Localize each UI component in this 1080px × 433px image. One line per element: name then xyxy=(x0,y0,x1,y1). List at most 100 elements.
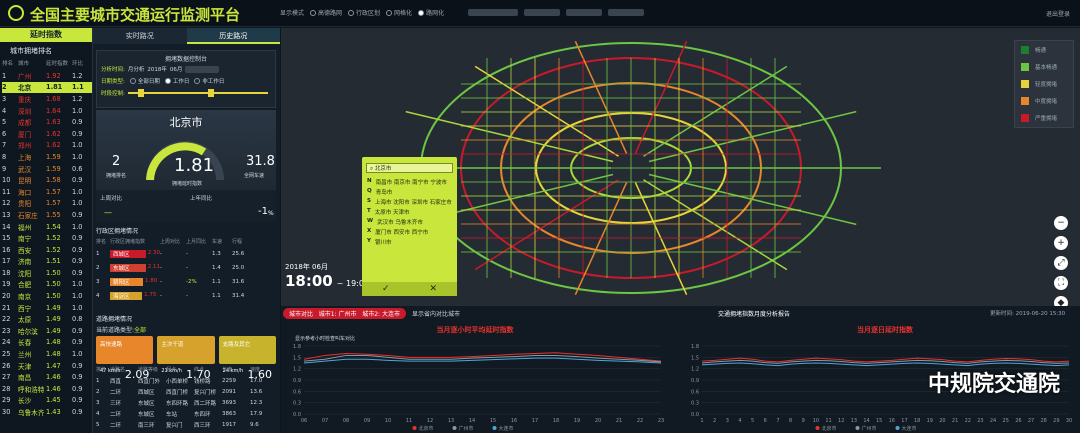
city-group[interactable]: N 南昌市 南京市 南宁市 宁波市 xyxy=(362,177,457,187)
city-group[interactable]: T 太原市 天津市 xyxy=(362,207,457,217)
ranking-row[interactable]: 17 济南 1.51 0.9 xyxy=(2,256,92,268)
option-pill[interactable] xyxy=(524,9,561,16)
ranking-row[interactable]: 19 合肥 1.50 1.0 xyxy=(2,279,92,291)
option-pill[interactable] xyxy=(608,9,645,16)
kpi-highway[interactable]: 高快速路 47 km/h 2.09 xyxy=(96,336,154,381)
kpi-arterial[interactable]: 主次干道 21 km/h 1.70 xyxy=(157,336,215,381)
ranking-row[interactable]: 1 广州 1.92 1.2 xyxy=(2,70,92,82)
ranking-row[interactable]: 24 长春 1.48 0.9 xyxy=(2,337,92,349)
ranking-row[interactable]: 7 郑州 1.62 1.0 xyxy=(2,140,92,152)
road-row[interactable]: 2 二环 西城区 西直门桥 复兴门桥 2091 13.6 xyxy=(96,386,276,397)
x-tick-label: 20 xyxy=(595,418,601,424)
speed-label: 全网车速 xyxy=(244,173,265,179)
district-row[interactable]: 4 海淀区 1.75- -1.1 31.4 xyxy=(96,289,276,303)
option-pill[interactable] xyxy=(566,9,603,16)
ranking-row[interactable]: 10 昆明 1.58 0.9 xyxy=(2,174,92,186)
district-row[interactable]: 2 东城区 2.11- -1.4 25.0 xyxy=(96,261,276,275)
map-legend: 畅通 基本畅通 轻度拥堵 中度拥堵 严重拥堵 xyxy=(1014,40,1074,128)
ranking-row[interactable]: 20 南京 1.50 1.0 xyxy=(2,290,92,302)
legend-label: 大连市 xyxy=(902,425,917,432)
option-pill[interactable] xyxy=(468,9,519,16)
map-control-icon[interactable]: ⤢ xyxy=(1054,256,1068,270)
road-row[interactable]: 1 西直 西直门外 小西单桥 钱桥路 2259 17.0 xyxy=(96,375,276,386)
ranking-row[interactable]: 28 呼和浩特 1.46 0.9 xyxy=(2,383,92,395)
confirm-icon[interactable]: ✓ xyxy=(362,282,410,296)
y-tick-label: 1.8 xyxy=(691,344,699,350)
ranking-row[interactable]: 21 西宁 1.49 1.0 xyxy=(2,302,92,314)
rank-number: 24 xyxy=(2,338,11,347)
rank-index: 1.68 xyxy=(46,94,61,103)
ranking-row[interactable]: 30 乌鲁木齐 1.43 0.9 xyxy=(2,406,92,418)
logout-link[interactable]: 退出登录 xyxy=(1046,9,1070,18)
date-all-radio[interactable]: 全部日期 xyxy=(129,77,160,85)
road-row[interactable]: 5 二环 南三环 复兴门 西三环 1917 9.6 xyxy=(96,419,276,430)
city-group[interactable]: X 厦门市 西安市 西宁市 xyxy=(362,227,457,237)
rank-index: 1.63 xyxy=(46,118,61,127)
tab-realtime[interactable]: 实时路况 xyxy=(93,28,187,44)
x-tick-label: 13 xyxy=(448,418,454,424)
ranking-row[interactable]: 8 上海 1.59 1.0 xyxy=(2,151,92,163)
map-control-icon[interactable]: + xyxy=(1054,236,1068,250)
rank-index: 1.52 xyxy=(46,245,61,254)
rank-number: 20 xyxy=(2,292,11,301)
rank-number: 14 xyxy=(2,222,11,231)
rank-number: 7 xyxy=(2,141,7,150)
ranking-row[interactable]: 26 天津 1.47 0.9 xyxy=(2,360,92,372)
ranking-row[interactable]: 12 贵阳 1.57 1.0 xyxy=(2,198,92,210)
mode-radio-district[interactable]: 行政区划 xyxy=(348,8,380,17)
ranking-row[interactable]: 3 重庆 1.68 1.2 xyxy=(2,93,92,105)
compare-toggle[interactable]: 城市对比 城市1: 广州市 城市2: 大连市 xyxy=(283,308,406,319)
road-row[interactable]: 4 二环 东城区 车站 东四环 3863 17.9 xyxy=(96,408,276,419)
y-tick-label: 1.5 xyxy=(293,355,301,361)
road-row[interactable]: 3 三环 东城区 东四环路 西二环路 3693 12.3 xyxy=(96,397,276,408)
mode-radio-grid[interactable]: 网格化 xyxy=(386,8,412,17)
city-group[interactable]: Q 青岛市 xyxy=(362,187,457,197)
ranking-row[interactable]: 5 成都 1.63 0.9 xyxy=(2,116,92,128)
month-select[interactable]: 06月 xyxy=(170,65,183,73)
time-value[interactable]: 月分析 xyxy=(128,65,145,73)
ranking-row[interactable]: 6 厦门 1.62 0.9 xyxy=(2,128,92,140)
ranking-row[interactable]: 18 沈阳 1.50 0.9 xyxy=(2,267,92,279)
rank-city: 合肥 xyxy=(18,281,32,290)
query-button[interactable] xyxy=(185,65,220,73)
date-offday-radio[interactable]: 非工作日 xyxy=(194,77,224,85)
x-tick-label: 26 xyxy=(1015,418,1021,424)
mode-radio-amap[interactable]: 高德路网 xyxy=(310,8,342,17)
ranking-row[interactable]: 9 武汉 1.59 0.6 xyxy=(2,163,92,175)
legend-label: 北京市 xyxy=(419,425,434,432)
show-region-toggle[interactable]: 显示省内对比城市 xyxy=(412,309,460,318)
district-row[interactable]: 1 西城区 2.30- -1.3 25.6 xyxy=(96,247,276,261)
ranking-row[interactable]: 16 西安 1.52 0.9 xyxy=(2,244,92,256)
ranking-row[interactable]: 4 深圳 1.64 1.0 xyxy=(2,105,92,117)
year-select[interactable]: 2018年 xyxy=(147,65,167,73)
ranking-row[interactable]: 13 石家庄 1.55 0.9 xyxy=(2,209,92,221)
city-search-input[interactable]: ⌕ 北京市 xyxy=(366,163,453,173)
ranking-row[interactable]: 22 太原 1.49 0.8 xyxy=(2,313,92,325)
ranking-row[interactable]: 11 海口 1.57 1.0 xyxy=(2,186,92,198)
ranking-row[interactable]: 14 福州 1.54 1.0 xyxy=(2,221,92,233)
district-row[interactable]: 3 朝阳区 1.80- -2% 1.1 31.6 xyxy=(96,275,276,289)
city-group[interactable]: W 武汉市 乌鲁木齐市 xyxy=(362,217,457,227)
ranking-row[interactable]: 2 北京 1.81 1.1 xyxy=(2,81,92,94)
ranking-row[interactable]: 23 哈尔滨 1.49 0.9 xyxy=(2,325,92,337)
date-workday-radio[interactable]: 工作日 xyxy=(164,77,189,85)
time-display: 2018年 06月 18:00 ~ 19:00 xyxy=(285,262,369,290)
ranking-row[interactable]: 25 兰州 1.48 1.0 xyxy=(2,348,92,360)
rank-ratio: 1.0 xyxy=(72,280,83,289)
tab-delay-index[interactable]: 延时指数 xyxy=(0,28,92,42)
rank-city: 西宁 xyxy=(18,304,32,313)
hour-slider[interactable] xyxy=(127,89,268,97)
map-control-icon[interactable]: ⛶ xyxy=(1054,276,1068,290)
ranking-row[interactable]: 27 南昌 1.46 0.9 xyxy=(2,371,92,383)
ranking-row[interactable]: 29 长沙 1.45 0.9 xyxy=(2,395,92,407)
mode-radio-road[interactable]: 路网化 xyxy=(418,8,444,17)
rank-index: 1.50 xyxy=(46,268,61,277)
ranking-row[interactable]: 15 南宁 1.52 0.9 xyxy=(2,232,92,244)
close-icon[interactable]: ✕ xyxy=(410,282,458,296)
tab-history[interactable]: 历史路况 xyxy=(186,28,280,44)
district-table: 排名 行政区拥堵指数 上周对比 上月同比 车速 行程 1 西城区 2.30- -1.3 25.6 2 东… xyxy=(96,238,276,303)
city-group[interactable]: Y 银川市 xyxy=(362,237,457,247)
map-control-icon[interactable]: − xyxy=(1054,216,1068,230)
kpi-branch[interactable]: 支路及其它 24 km/h 1.60 xyxy=(218,336,276,381)
city-group[interactable]: S 上海市 沈阳市 深圳市 石家庄市 xyxy=(362,197,457,207)
